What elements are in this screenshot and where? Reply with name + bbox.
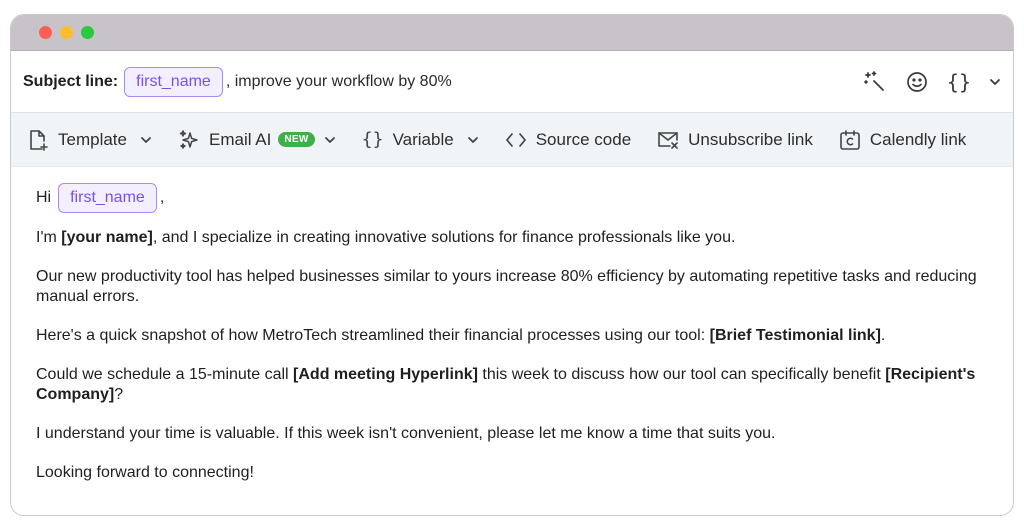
placeholder-testimonial-link: [Brief Testimonial link] [709, 327, 881, 344]
subject-variable-chip[interactable]: first_name [124, 66, 223, 97]
chevron-down-icon[interactable] [989, 70, 1001, 94]
email-ai-button[interactable]: Email AI NEW [178, 129, 336, 151]
paragraph-closing: Looking forward to connecting! [36, 464, 254, 481]
greeting-comma: , [159, 189, 165, 206]
placeholder-your-name: [your name] [61, 229, 153, 246]
email-ai-label: Email AI [208, 129, 272, 149]
minimize-window-dot[interactable] [60, 26, 73, 39]
braces-icon[interactable]: {} [947, 70, 971, 94]
code-icon [505, 129, 527, 151]
greeting-variable-chip[interactable]: first_name [58, 183, 157, 213]
chevron-down-icon [140, 134, 152, 146]
new-badge: NEW [278, 132, 315, 147]
subject-actions: {} [863, 70, 1001, 94]
maximize-window-dot[interactable] [81, 26, 94, 39]
chevron-down-icon [467, 134, 479, 146]
paragraph-cta: Could we schedule a 15-minute call [Add … [36, 366, 976, 403]
template-button[interactable]: Template [27, 129, 152, 151]
sparkle-icon [178, 129, 200, 151]
subject-input[interactable]: , improve your workflow by 80% [226, 73, 452, 91]
braces-icon: {} [361, 129, 384, 150]
calendly-link-label: Calendly link [869, 129, 967, 149]
greeting-line: Hi first_name , [36, 183, 988, 213]
calendly-link-button[interactable]: Calendly link [839, 129, 966, 151]
placeholder-meeting-link: [Add meeting Hyperlink] [293, 366, 478, 383]
calendar-icon [839, 129, 861, 151]
close-window-dot[interactable] [39, 26, 52, 39]
source-code-label: Source code [535, 129, 632, 149]
source-code-button[interactable]: Source code [505, 129, 631, 151]
email-body[interactable]: Hi first_name , I'm [your name], and I s… [11, 167, 1013, 483]
editor-toolbar: Template Email AI NEW {} Variable Source… [11, 113, 1013, 167]
paragraph-intro: I'm [your name], and I specialize in cre… [36, 229, 736, 246]
subject-label: Subject line: [23, 72, 119, 90]
variable-button[interactable]: {} Variable [362, 129, 479, 151]
paragraph-flexibility: I understand your time is valuable. If t… [36, 425, 776, 442]
window-titlebar [11, 15, 1013, 51]
variable-label: Variable [392, 129, 454, 149]
greeting-text: Hi [36, 189, 52, 206]
magic-wand-icon[interactable] [863, 70, 887, 94]
unsubscribe-link-label: Unsubscribe link [688, 129, 813, 149]
paragraph-value: Our new productivity tool has helped bus… [36, 268, 977, 305]
paragraph-testimonial: Here's a quick snapshot of how MetroTech… [36, 327, 886, 344]
template-label: Template [58, 129, 127, 149]
subject-row: Subject line: first_name , improve your … [11, 51, 1013, 113]
mail-x-icon [657, 129, 679, 151]
email-editor-window: Subject line: first_name , improve your … [10, 14, 1014, 516]
chevron-down-icon [324, 134, 336, 146]
unsubscribe-link-button[interactable]: Unsubscribe link [657, 129, 813, 151]
smiley-icon[interactable] [905, 70, 929, 94]
template-icon [27, 129, 49, 151]
